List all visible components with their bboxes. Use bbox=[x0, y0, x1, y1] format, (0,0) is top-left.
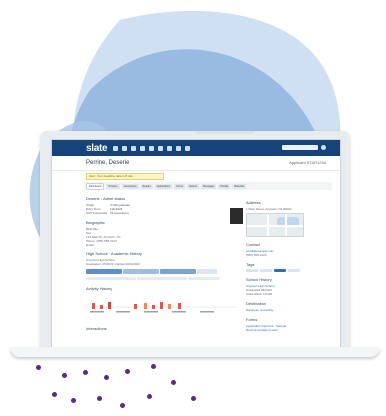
activity-mark bbox=[134, 304, 137, 309]
tab-interactions[interactable]: Interactions bbox=[121, 183, 139, 189]
progress-segment bbox=[86, 269, 122, 274]
tab-reader[interactable]: Reader bbox=[140, 183, 153, 189]
progress-segment bbox=[86, 277, 136, 280]
left-column: Deserie - Admit status Origin Undergradua… bbox=[86, 196, 236, 333]
location-map[interactable] bbox=[246, 213, 304, 237]
tab-events[interactable]: Events bbox=[187, 183, 199, 189]
activity-mark bbox=[178, 303, 181, 309]
tab-portals[interactable]: Portals bbox=[218, 183, 231, 189]
right-column: Address 1 Main Street, Anytown, NJ 00000… bbox=[246, 200, 328, 332]
progress-segment bbox=[123, 269, 159, 274]
biographic-heading: Biographic bbox=[86, 220, 105, 225]
activity-mark bbox=[144, 303, 147, 309]
activity-mark bbox=[108, 302, 111, 309]
tab-messages[interactable]: Messages bbox=[200, 183, 217, 189]
destination-heading: Destination bbox=[246, 301, 267, 306]
map-road bbox=[247, 225, 303, 227]
user-icon[interactable] bbox=[321, 145, 326, 150]
form-line[interactable]: Recommendation Letter bbox=[246, 328, 328, 332]
search-input[interactable] bbox=[282, 145, 318, 150]
nav-records-icon[interactable] bbox=[122, 145, 128, 151]
record-tabs: Dashboard Timeline Interactions Reader A… bbox=[84, 182, 332, 190]
school-line: Class Rank: 12/300 bbox=[246, 292, 273, 296]
laptop-screen: slate Perrine, Deserie Applicant STAR123… bbox=[51, 139, 341, 349]
progress-segment bbox=[137, 277, 187, 280]
activity-tick bbox=[200, 311, 214, 313]
map-road bbox=[267, 214, 269, 236]
tab-dashboard[interactable]: Dashboard bbox=[86, 182, 105, 190]
tag-pill[interactable] bbox=[260, 269, 272, 272]
application-id: Applicant STAR1234 bbox=[289, 160, 326, 165]
tag-pill[interactable] bbox=[274, 269, 286, 272]
top-navigation-bar: slate bbox=[52, 140, 340, 156]
academic-line: Graduation: 05/2023, Applied 2021/2022 bbox=[86, 262, 140, 266]
kv-value: 33 superscore bbox=[110, 211, 130, 215]
activity-tick bbox=[172, 311, 186, 313]
school-heading: School History bbox=[246, 277, 272, 282]
tag-pill[interactable] bbox=[288, 269, 300, 272]
nav-database-icon[interactable] bbox=[176, 145, 182, 151]
nav-icons bbox=[113, 145, 191, 151]
nav-reader-icon[interactable] bbox=[149, 145, 155, 151]
nav-home-icon[interactable] bbox=[113, 145, 119, 151]
address-heading: Address bbox=[246, 200, 261, 205]
progress-bars-2 bbox=[86, 277, 236, 280]
admit-status-heading: Deserie - Admit status bbox=[86, 196, 126, 201]
laptop: slate Perrine, Deserie Applicant STAR123… bbox=[10, 131, 380, 357]
activity-mark bbox=[152, 305, 155, 309]
activity-mark bbox=[92, 303, 95, 309]
activity-ticks bbox=[90, 311, 214, 313]
activity-tick bbox=[144, 311, 158, 313]
nav-forms-icon[interactable] bbox=[167, 145, 173, 151]
record-name: Perrine, Deserie bbox=[86, 160, 130, 166]
slate-logo[interactable]: slate bbox=[86, 143, 108, 154]
academic-heading: High School · Academic History bbox=[86, 251, 143, 256]
activity-tick bbox=[90, 311, 104, 313]
activity-tick bbox=[116, 311, 130, 313]
interactions-heading: Interactions bbox=[86, 326, 107, 331]
activity-mark bbox=[168, 304, 171, 309]
progress-segment bbox=[160, 269, 196, 274]
key-value-list: Origin Undergraduate Entry Term Fall 2023 … bbox=[86, 203, 236, 215]
tag-pill[interactable] bbox=[246, 269, 258, 272]
laptop-lid: slate Perrine, Deserie Applicant STAR123… bbox=[40, 131, 350, 349]
alert-banner: Alert: Your deadline date is 8 Jan. bbox=[86, 173, 164, 180]
laptop-camera-notch bbox=[195, 131, 255, 134]
forms-heading: Forms bbox=[246, 317, 258, 322]
contact-heading: Contact bbox=[246, 242, 260, 247]
record-title-bar: Perrine, Deserie Applicant STAR1234 bbox=[52, 156, 340, 171]
tag-pills bbox=[246, 269, 328, 272]
tab-timeline[interactable]: Timeline bbox=[106, 183, 120, 189]
activity-mark bbox=[160, 302, 163, 309]
nav-deliver-icon[interactable] bbox=[140, 145, 146, 151]
laptop-base bbox=[10, 347, 380, 357]
contact-line: (555) 555-0123 bbox=[246, 253, 267, 257]
address-caption: 1 Main Street, Anytown, NJ 00000 bbox=[246, 207, 292, 211]
progress-segment bbox=[197, 269, 217, 274]
activity-chart bbox=[86, 302, 236, 313]
tags-heading: Tags bbox=[246, 262, 255, 267]
destination-line[interactable]: Wesleyan University bbox=[246, 308, 328, 312]
activity-mark bbox=[100, 305, 103, 309]
kv-key: ACT Composite bbox=[86, 211, 108, 215]
bio-line: Email bbox=[86, 243, 94, 247]
tab-applications[interactable]: Applications bbox=[154, 183, 173, 189]
tab-forms[interactable]: Forms bbox=[174, 183, 186, 189]
activity-heading: Activity History bbox=[86, 286, 113, 291]
activity-marks bbox=[92, 302, 181, 309]
progress-segment bbox=[188, 277, 220, 280]
nav-query-icon[interactable] bbox=[131, 145, 137, 151]
nav-reports-icon[interactable] bbox=[158, 145, 164, 151]
progress-bars bbox=[86, 269, 236, 274]
applicant-photo bbox=[230, 208, 243, 224]
nav-settings-icon[interactable] bbox=[185, 145, 191, 151]
tab-materials[interactable]: Materials bbox=[232, 183, 247, 189]
map-road bbox=[285, 214, 287, 236]
